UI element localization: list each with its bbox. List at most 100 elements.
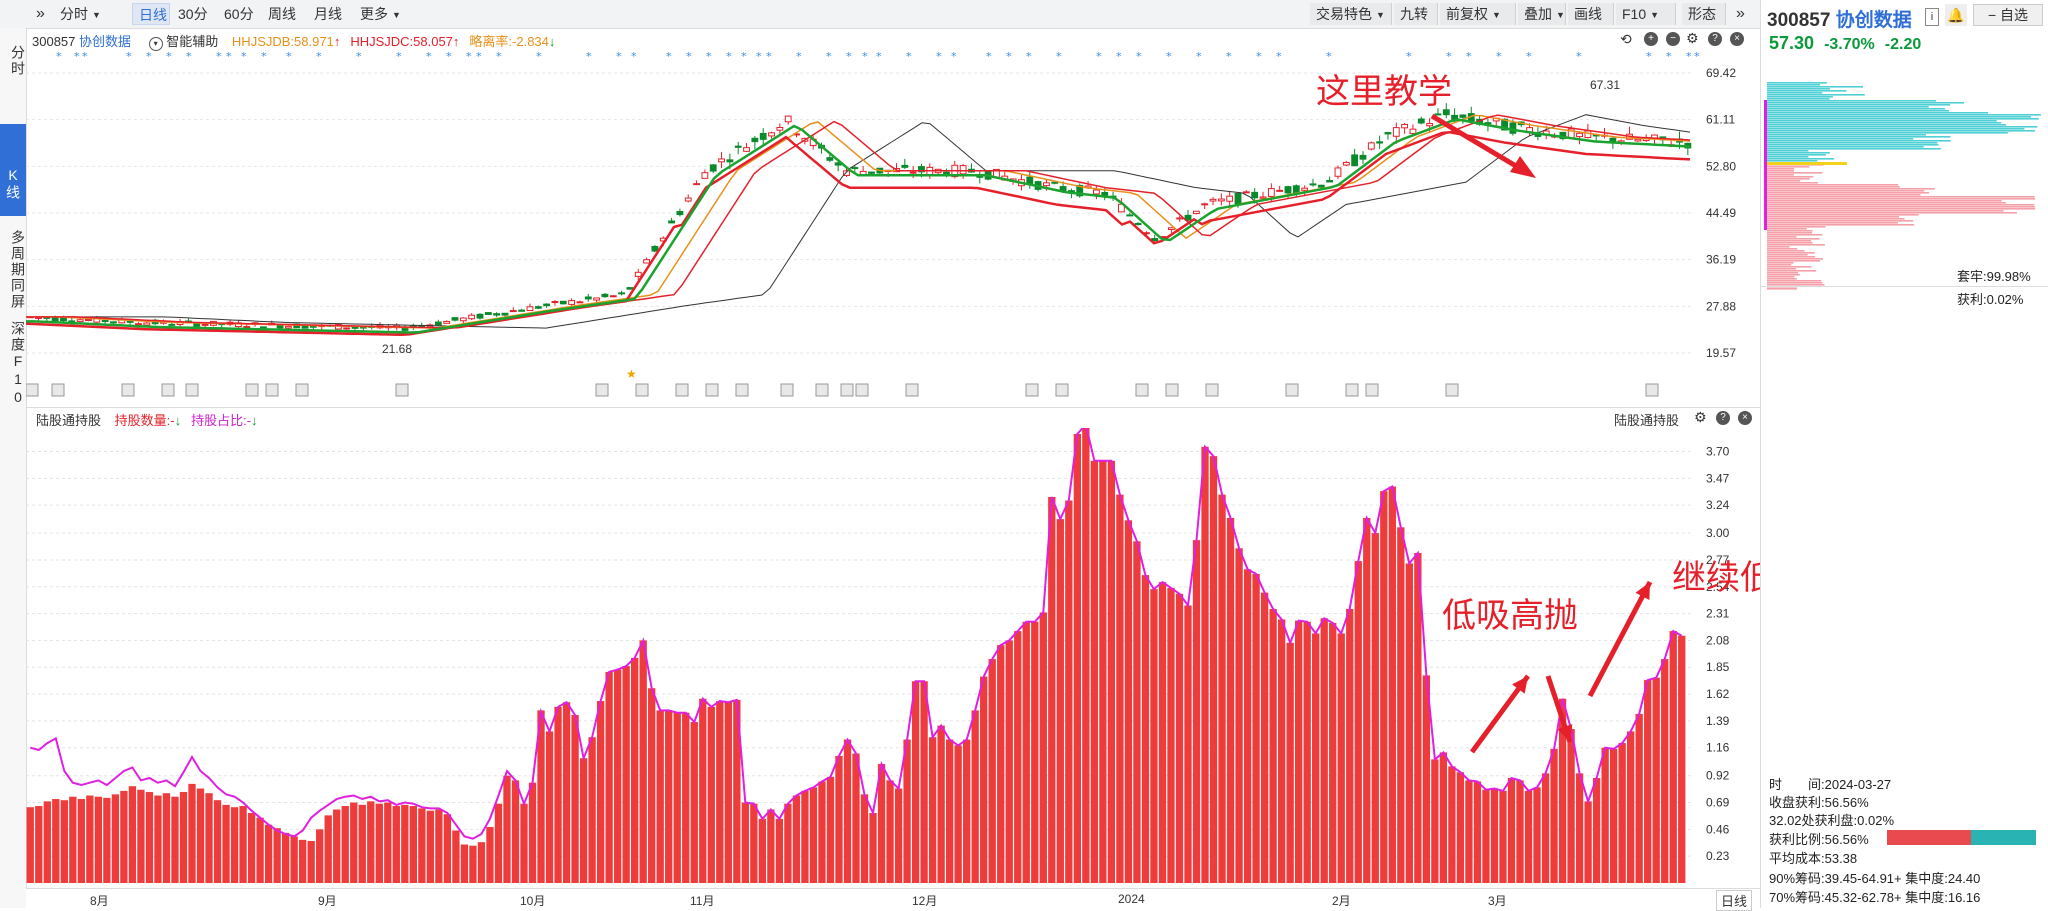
signal-star-icon: *: [496, 50, 502, 63]
gear-icon[interactable]: ⚙: [1686, 30, 1699, 47]
profit-ratio-top: 获利:0.02%: [1957, 292, 2024, 307]
event-badge-icon[interactable]: [675, 383, 689, 397]
help-icon[interactable]: ?: [1708, 32, 1722, 46]
expand-icon[interactable]: »: [30, 3, 51, 25]
indicator-value-1: HHJSJDC:58.057↑: [350, 34, 460, 49]
event-badge-icon[interactable]: [245, 383, 259, 397]
toolbar-right-button-6[interactable]: 形态: [1682, 3, 1726, 25]
event-badge-icon[interactable]: [161, 383, 175, 397]
toolbar-right-button-3[interactable]: 叠加 ▼: [1518, 3, 1566, 25]
event-badge-icon[interactable]: [1365, 383, 1379, 397]
kline-chart[interactable]: 69.42 61.11 52.80 44.49 36.19 27.88 19.57 * * * * *…: [26, 48, 1760, 408]
candle-body: [668, 220, 675, 224]
close-icon[interactable]: ×: [1738, 411, 1752, 425]
hold-bar: [1295, 620, 1303, 883]
event-badge-icon[interactable]: [295, 383, 309, 397]
hold-bar: [486, 827, 494, 883]
toolbar-button-1[interactable]: 日线: [132, 3, 170, 25]
toolbar-button-label: 前复权: [1446, 6, 1488, 22]
event-badge-icon[interactable]: [735, 383, 749, 397]
toolbar-right-button-5[interactable]: F10 ▼: [1616, 3, 1676, 25]
event-badge-icon[interactable]: [855, 383, 869, 397]
event-badge-icon[interactable]: [1165, 383, 1179, 397]
kline-annotation: 这里教学: [1316, 73, 1452, 111]
toolbar-right-button-2[interactable]: 前复权 ▼: [1440, 3, 1516, 25]
gear-icon[interactable]: ⚙: [1694, 409, 1707, 426]
toolbar-button-5[interactable]: 月线: [308, 3, 352, 25]
event-badge-icon[interactable]: [51, 383, 65, 397]
panel-divider: [26, 407, 1760, 408]
candle-body: [1334, 167, 1342, 177]
y-tick-label: 19.57: [1706, 346, 1736, 360]
event-badge-icon[interactable]: [185, 383, 199, 397]
event-badge-icon[interactable]: [815, 383, 829, 397]
info-icon[interactable]: i: [1925, 8, 1939, 26]
event-badge-icon[interactable]: [1285, 383, 1299, 397]
arrow-down-icon: ↓: [174, 413, 182, 428]
candle-body: [401, 327, 409, 331]
hold-bar: [562, 702, 571, 883]
hold-bar: [1363, 517, 1371, 883]
toolbar-button-3[interactable]: 60分: [218, 3, 262, 25]
add-icon[interactable]: +: [1644, 32, 1658, 46]
event-badge-icon[interactable]: [840, 383, 854, 397]
event-badge-icon[interactable]: [780, 383, 794, 397]
refresh-icon[interactable]: ⟲: [1620, 31, 1632, 48]
chip-bar: [1767, 148, 1941, 150]
hold-title-right: 陆股通持股: [1614, 413, 1680, 428]
nav-tab-kline[interactable]: K线: [0, 124, 26, 216]
add-watch-button[interactable]: − 自选: [1973, 4, 2043, 26]
event-badge-icon[interactable]: [705, 383, 719, 397]
hold-bar: [801, 790, 809, 883]
event-badge-icon[interactable]: [1025, 383, 1039, 397]
kline-header: 300857 协创数据 ▾ 智能辅助 HHJSJDB:58.971↑ HHJSJD…: [32, 31, 555, 51]
candle-body: [584, 296, 592, 300]
hold-bar: [1575, 773, 1584, 883]
toolbar-button-6[interactable]: 更多 ▼: [354, 3, 408, 25]
hold-bar: [1303, 621, 1311, 883]
event-badge-icon[interactable]: [395, 383, 409, 397]
event-badge-icon[interactable]: [905, 383, 919, 397]
event-badge-icon[interactable]: [1645, 383, 1659, 397]
hold-chart[interactable]: 3.703.473.243.002.772.542.312.081.851.62…: [26, 428, 1760, 888]
signal-star-icon: *: [906, 50, 912, 63]
hold-bar: [1337, 633, 1345, 883]
event-badge-icon[interactable]: [595, 383, 609, 397]
hold-bar: [707, 706, 715, 883]
event-badge-icon[interactable]: [26, 383, 39, 397]
candle-body: [1101, 192, 1109, 196]
nav-tab-deep-f10[interactable]: 深度F10: [0, 320, 26, 408]
chip-bar: [1767, 140, 1951, 142]
toolbar-button-label: F10: [1622, 6, 1647, 22]
event-badge-icon[interactable]: [1055, 383, 1069, 397]
nav-tab-multi-period[interactable]: 多周期同屏: [0, 224, 26, 316]
candle-body: [259, 326, 267, 329]
close-icon[interactable]: ×: [1730, 32, 1744, 46]
candle-body: [1359, 154, 1367, 160]
bell-icon[interactable]: 🔔: [1945, 4, 1967, 26]
toolbar-right-button-4[interactable]: 画线: [1568, 3, 1614, 25]
signal-star-icon: *: [1276, 50, 1282, 63]
event-badge-icon[interactable]: [635, 383, 649, 397]
nav-tab-timeshare[interactable]: 分时: [0, 36, 26, 86]
candle-body: [1217, 198, 1225, 202]
expand-right-icon[interactable]: »: [1730, 3, 1751, 25]
event-badge-icon[interactable]: [1135, 383, 1149, 397]
event-badge-icon[interactable]: [121, 383, 135, 397]
candle-body: [868, 171, 875, 174]
toolbar-button-0[interactable]: 分时 ▼: [54, 3, 122, 25]
event-badge-icon[interactable]: [1445, 383, 1459, 397]
toolbar-button-2[interactable]: 30分: [172, 3, 216, 25]
toolbar-button-4[interactable]: 周线: [262, 3, 306, 25]
signal-star-icon: *: [1116, 50, 1122, 63]
assist-toggle[interactable]: ▾ 智能辅助: [148, 34, 218, 51]
toolbar-right-button-1[interactable]: 九转: [1394, 3, 1438, 25]
event-badge-icon[interactable]: [1205, 383, 1219, 397]
toolbar-right-button-0[interactable]: 交易特色 ▼: [1310, 3, 1392, 25]
help-icon[interactable]: ?: [1716, 411, 1730, 425]
minus-icon[interactable]: −: [1666, 32, 1680, 46]
event-badge-icon[interactable]: [1345, 383, 1359, 397]
candle-body: [110, 321, 117, 324]
event-badge-icon[interactable]: [265, 383, 279, 397]
hold-bar: [443, 814, 452, 883]
